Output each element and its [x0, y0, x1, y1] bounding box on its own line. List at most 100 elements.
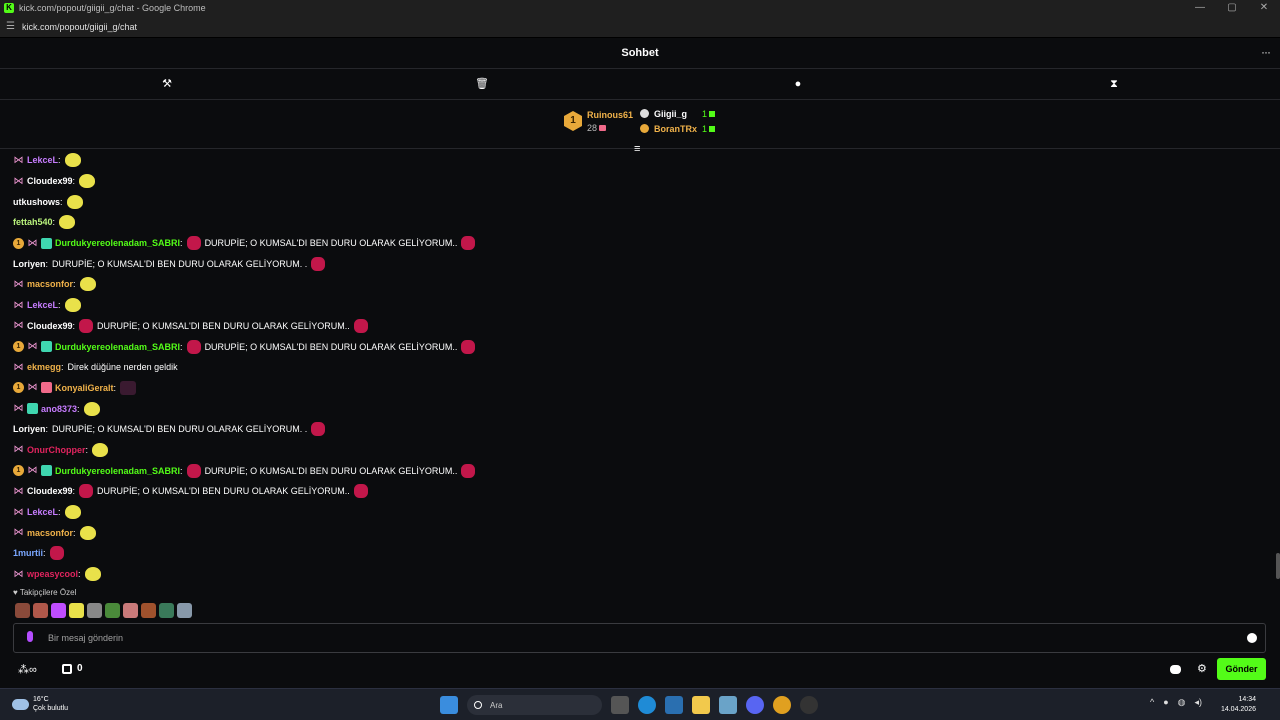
gifter-badge-icon[interactable]: 1 — [13, 465, 24, 477]
hammer-icon[interactable]: ⚒ — [160, 77, 174, 91]
emote-icon[interactable] — [92, 442, 109, 457]
chat-username[interactable]: Durdukyereolenadam_SABRI — [55, 466, 180, 476]
subscriber-badge-icon[interactable]: ⋈ — [27, 341, 38, 352]
gift-badge-icon[interactable] — [41, 465, 52, 477]
chat-username[interactable]: macsonfor — [27, 528, 73, 538]
follower-emote-icon[interactable] — [15, 603, 30, 618]
gifter-badge-icon[interactable]: 1 — [13, 237, 24, 249]
emoji-icon[interactable] — [1247, 633, 1257, 643]
url-text[interactable]: kick.com/popout/giigii_g/chat — [22, 22, 137, 32]
follower-emote-icon[interactable] — [141, 603, 156, 618]
emote-icon[interactable] — [311, 256, 326, 271]
gifter-name[interactable]: Giigii_g — [654, 109, 687, 119]
chat-username[interactable]: utkushows — [13, 197, 60, 207]
discord-icon[interactable] — [746, 696, 764, 714]
emote-icon[interactable] — [120, 380, 137, 395]
edge-icon[interactable] — [638, 696, 656, 714]
subscriber-badge-icon[interactable]: ⋈ — [13, 403, 24, 414]
send-button[interactable]: Gönder — [1217, 658, 1266, 680]
follower-emote-icon[interactable] — [123, 603, 138, 618]
emote-icon[interactable] — [353, 318, 368, 333]
chat-username[interactable]: ano8373 — [41, 404, 77, 414]
chat-username[interactable]: 1murtii — [13, 548, 43, 558]
chat-username[interactable]: LekceL — [27, 155, 58, 165]
emote-icon[interactable] — [311, 422, 326, 437]
subscriber-badge-icon[interactable]: ⋈ — [27, 382, 38, 393]
chat-username[interactable]: Cloudex99 — [27, 176, 73, 186]
weather-widget[interactable]: 16°C Çok bulutlu — [12, 695, 68, 713]
mic-tray-icon[interactable]: ● — [1163, 697, 1168, 708]
subscriber-badge-icon[interactable]: ⋈ — [13, 507, 24, 518]
emote-icon[interactable] — [66, 194, 83, 209]
task-view-icon[interactable] — [611, 696, 629, 714]
chat-bubble-icon[interactable]: ● — [791, 77, 805, 91]
gift-badge-icon[interactable] — [41, 237, 52, 249]
subscriber-badge-icon[interactable]: ⋈ — [13, 486, 24, 497]
volume-icon[interactable]: ◂) — [1195, 697, 1203, 708]
app-icon[interactable] — [800, 696, 818, 714]
emote-icon[interactable] — [186, 463, 201, 478]
network-icon[interactable]: ◍ — [1178, 697, 1186, 708]
emote-icon[interactable] — [64, 298, 81, 313]
site-settings-icon[interactable]: ☰ — [6, 21, 16, 32]
subscriber-badge-icon[interactable]: ⋈ — [13, 320, 24, 331]
follower-emote-icon[interactable] — [87, 603, 102, 618]
follower-emote-icon[interactable] — [69, 603, 84, 618]
chrome-icon[interactable] — [773, 696, 791, 714]
subscriber-badge-icon[interactable]: ⋈ — [13, 569, 24, 580]
follower-emote-icon[interactable] — [33, 603, 48, 618]
emote-icon[interactable] — [461, 236, 476, 251]
chat-username[interactable]: Loriyen — [13, 259, 46, 269]
emote-icon[interactable] — [79, 277, 96, 292]
maximize-button[interactable]: ▢ — [1216, 0, 1248, 16]
chat-username[interactable]: fettah540 — [13, 217, 53, 227]
emote-icon[interactable] — [79, 525, 96, 540]
chat-username[interactable]: Durdukyereolenadam_SABRI — [55, 342, 180, 352]
store-icon[interactable] — [62, 664, 72, 674]
follower-emote-icon[interactable] — [159, 603, 174, 618]
emote-icon[interactable] — [59, 215, 76, 230]
chat-username[interactable]: macsonfor — [27, 279, 73, 289]
subscriber-badge-icon[interactable]: ⋈ — [13, 527, 24, 538]
emote-icon[interactable] — [353, 484, 368, 499]
chat-settings-icon[interactable] — [1170, 665, 1181, 674]
emote-icon[interactable] — [83, 401, 100, 416]
follower-emote-icon[interactable] — [177, 603, 192, 618]
store-app-icon[interactable] — [665, 696, 683, 714]
chat-username[interactable]: OnurChopper — [27, 445, 86, 455]
chat-username[interactable]: Cloudex99 — [27, 486, 73, 496]
emote-icon[interactable] — [79, 318, 94, 333]
subscriber-badge-icon[interactable]: ⋈ — [13, 279, 24, 290]
more-options-icon[interactable]: ··· — [1261, 45, 1271, 59]
hourglass-icon[interactable]: ⧗ — [1107, 77, 1121, 91]
emote-icon[interactable] — [79, 174, 96, 189]
message-input-box[interactable] — [13, 623, 1266, 653]
emote-icon[interactable] — [64, 153, 81, 168]
gift-badge-icon[interactable] — [27, 403, 38, 415]
emote-icon[interactable] — [186, 236, 201, 251]
address-bar[interactable]: ☰ kick.com/popout/giigii_g/chat — [0, 16, 1280, 38]
emote-icon[interactable] — [461, 463, 476, 478]
chat-username[interactable]: KonyaliGeralt — [55, 383, 114, 393]
emote-icon[interactable] — [186, 339, 201, 354]
subscriber-badge-icon[interactable]: ⋈ — [27, 238, 38, 249]
gifter-badge-icon[interactable]: 1 — [13, 382, 24, 394]
clock[interactable]: 14:34 14.04.2026 — [1221, 695, 1256, 715]
chat-username[interactable]: Loriyen — [13, 424, 46, 434]
message-input[interactable] — [48, 630, 1228, 646]
gift-badge-icon[interactable] — [41, 341, 52, 353]
windows-start-icon[interactable] — [440, 696, 458, 714]
taskbar-search[interactable]: Ara — [467, 695, 602, 715]
minimize-button[interactable]: — — [1184, 0, 1216, 16]
subscriber-badge-icon[interactable]: ⋈ — [13, 444, 24, 455]
microphone-icon[interactable] — [27, 631, 33, 642]
trash-icon[interactable]: 🗑 — [475, 77, 489, 91]
emote-icon[interactable] — [84, 567, 101, 582]
subscriber-badge-icon[interactable]: ⋈ — [13, 300, 24, 311]
subscriber-badge-icon[interactable]: ⋈ — [13, 155, 24, 166]
chevron-up-icon[interactable]: ^ — [1150, 697, 1154, 708]
top-gifter-name[interactable]: Ruinous61 — [587, 110, 633, 120]
subscriber-badge-icon[interactable]: ⋈ — [13, 362, 24, 373]
settings-app-icon[interactable] — [719, 696, 737, 714]
gifter-name[interactable]: BoranTRx — [654, 124, 697, 134]
